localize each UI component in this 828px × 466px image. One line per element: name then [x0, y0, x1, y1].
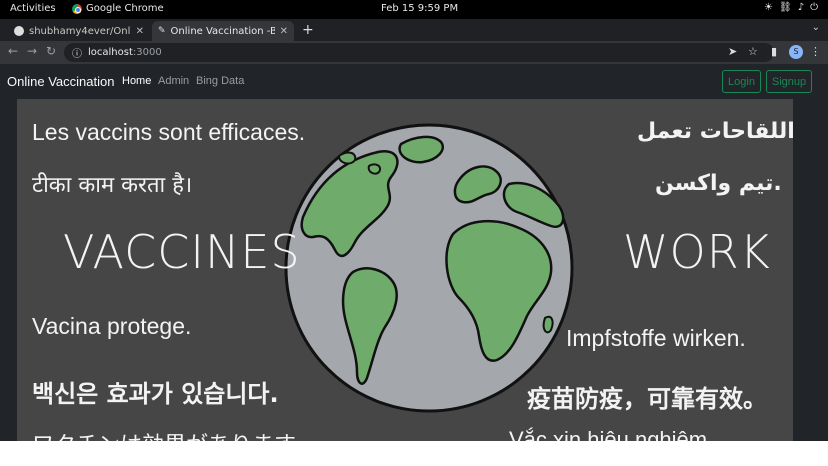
back-icon[interactable]: ←: [8, 44, 18, 58]
nav-admin[interactable]: Admin: [158, 75, 189, 87]
phrase-chinese: 疫苗防疫，可靠有效。: [527, 385, 767, 413]
power-icon: ⏻: [810, 2, 818, 13]
system-tray[interactable]: ☀ ⛓ ♪ ⏻: [764, 2, 818, 13]
forward-icon[interactable]: →: [27, 44, 37, 58]
tab-strip: shubhamy4ever/Online_V ✕ ✎ Online Vaccin…: [0, 19, 828, 41]
globe-illustration: [284, 123, 574, 413]
tab-github[interactable]: shubhamy4ever/Online_V ✕: [8, 21, 150, 41]
url-port: :3000: [132, 47, 162, 58]
activities-button[interactable]: Activities: [10, 3, 56, 14]
address-bar[interactable]: ⓘ localhost:3000: [64, 43, 774, 62]
word-work: WORK: [623, 225, 771, 279]
hero-banner: Les vaccins sont efficaces. टीका काम करत…: [17, 99, 793, 466]
phrase-arabic-2: تيم واكسن.: [655, 171, 782, 196]
brightness-icon: ☀: [764, 2, 773, 13]
system-top-bar: Activities Google Chrome Feb 15 9:59 PM …: [0, 0, 828, 19]
tab-online-vaccination[interactable]: ✎ Online Vaccination -Book ✕: [152, 21, 294, 41]
clock[interactable]: Feb 15 9:59 PM: [381, 3, 458, 14]
profile-avatar[interactable]: S: [789, 45, 803, 59]
phrase-german: Impfstoffe wirken.: [566, 325, 746, 351]
app-menu[interactable]: Google Chrome: [72, 3, 164, 14]
close-icon[interactable]: ✕: [136, 26, 144, 37]
brand-link[interactable]: Online Vaccination: [7, 74, 114, 89]
pen-icon: ✎: [158, 26, 166, 36]
send-icon[interactable]: ➤: [728, 45, 737, 58]
app-name: Google Chrome: [86, 3, 164, 14]
site-info-icon[interactable]: ⓘ: [72, 45, 82, 60]
tab-label: Online Vaccination -Book: [170, 25, 275, 37]
volume-icon: ♪: [797, 2, 805, 13]
phrase-arabic-1: اللقاحات تعمل.: [637, 119, 793, 144]
word-vaccines: VACCINES: [63, 225, 301, 279]
phrase-hindi: टीका काम करता है।: [32, 173, 193, 198]
menu-icon[interactable]: ⋮: [810, 45, 821, 58]
signup-button[interactable]: Signup: [766, 70, 812, 93]
bottom-overlay: [0, 441, 828, 466]
close-icon[interactable]: ✕: [280, 26, 288, 37]
chrome-icon: [72, 3, 82, 14]
login-button[interactable]: Login: [722, 70, 761, 93]
phrase-portuguese: Vacina protege.: [32, 313, 192, 339]
reload-icon[interactable]: ↻: [46, 44, 56, 58]
tab-label: shubhamy4ever/Online_V: [29, 25, 131, 37]
bookmark-star-icon[interactable]: ☆: [748, 45, 758, 58]
side-panel-icon[interactable]: ▮: [771, 45, 777, 58]
tab-search-icon[interactable]: ⌄: [812, 22, 820, 33]
phrase-korean: 백신은 효과가 있습니다.: [32, 380, 279, 408]
browser-toolbar: ← → ↻ ⓘ localhost:3000 ➤ ☆ ▮ S ⋮: [0, 41, 828, 64]
nav-bing-data[interactable]: Bing Data: [196, 75, 244, 87]
site-navbar: Online Vaccination Home Admin Bing Data …: [0, 64, 828, 100]
github-icon: [14, 26, 24, 36]
page: Online Vaccination Home Admin Bing Data …: [0, 64, 828, 466]
nav-home[interactable]: Home: [122, 75, 151, 87]
new-tab-button[interactable]: +: [302, 21, 314, 39]
network-icon: ⛓: [778, 2, 792, 13]
url-host: localhost: [88, 47, 133, 58]
phrase-french: Les vaccins sont efficaces.: [32, 119, 306, 145]
